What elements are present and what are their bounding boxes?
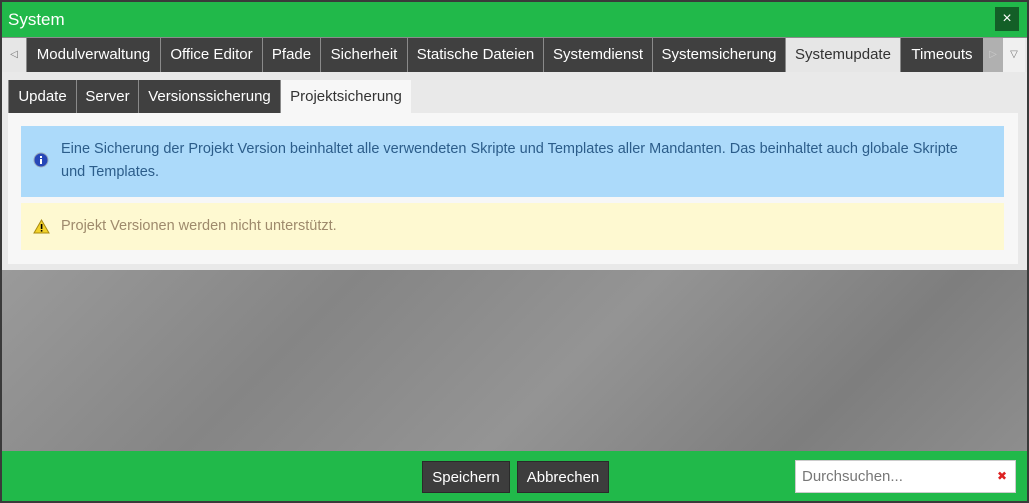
subtab-projektsicherung[interactable]: Projektsicherung <box>280 80 411 113</box>
title-bar: System × <box>2 2 1027 37</box>
subtab-update[interactable]: Update <box>8 80 76 113</box>
footer-bar: Speichern Abbrechen ✖ <box>2 451 1027 501</box>
clear-icon[interactable]: ✖ <box>997 469 1007 483</box>
save-button[interactable]: Speichern <box>422 461 510 493</box>
window-title: System <box>8 10 65 29</box>
warning-text: Projekt Versionen werden nicht unterstüt… <box>61 218 337 234</box>
info-icon <box>33 152 49 168</box>
scroll-left-icon[interactable]: ◁ <box>3 38 25 72</box>
tab-dropdown-icon[interactable]: ▽ <box>1003 38 1025 72</box>
cancel-button[interactable]: Abbrechen <box>517 461 609 493</box>
warning-icon <box>33 219 50 234</box>
tab-systemdienst[interactable]: Systemdienst <box>543 38 652 72</box>
close-button[interactable]: × <box>995 7 1019 31</box>
scroll-right-icon[interactable]: ▷ <box>983 38 1003 72</box>
content-area: Update Server Versionssicherung Projekts… <box>2 72 1027 270</box>
tab-office-editor[interactable]: Office Editor <box>160 38 262 72</box>
subtab-versionssicherung[interactable]: Versionssicherung <box>138 80 280 113</box>
close-icon: × <box>1002 10 1012 27</box>
tab-systemupdate[interactable]: Systemupdate <box>785 38 900 72</box>
background <box>2 270 1027 452</box>
warning-message: Projekt Versionen werden nicht unterstüt… <box>21 203 1004 250</box>
tab-systemsicherung[interactable]: Systemsicherung <box>652 38 785 72</box>
tab-timeouts[interactable]: Timeouts <box>900 38 983 72</box>
info-message: Eine Sicherung der Projekt Version beinh… <box>21 126 1004 197</box>
tab-statische-dateien[interactable]: Statische Dateien <box>407 38 543 72</box>
subtab-server[interactable]: Server <box>76 80 138 113</box>
tab-sicherheit[interactable]: Sicherheit <box>320 38 407 72</box>
tab-panel: Eine Sicherung der Projekt Version beinh… <box>8 113 1018 264</box>
search-input[interactable] <box>796 461 986 492</box>
search-box: ✖ <box>795 460 1016 493</box>
system-window: System × ◁ Modulverwaltung Office Editor… <box>2 2 1027 501</box>
tab-pfade[interactable]: Pfade <box>262 38 320 72</box>
main-tab-bar: ◁ Modulverwaltung Office Editor Pfade Si… <box>2 38 1027 72</box>
info-text: Eine Sicherung der Projekt Version beinh… <box>61 141 958 180</box>
tab-modulverwaltung[interactable]: Modulverwaltung <box>26 38 160 72</box>
